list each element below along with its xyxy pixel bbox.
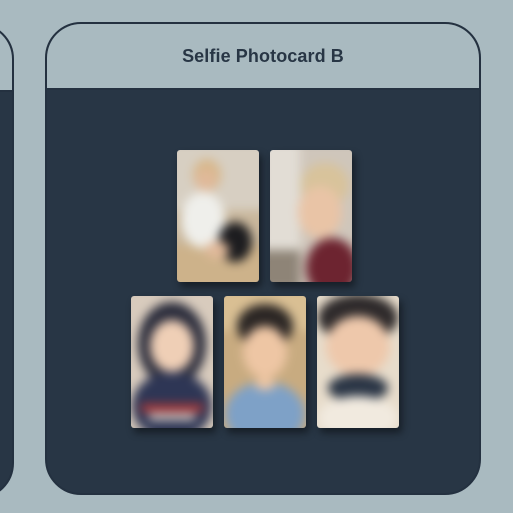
photocard-set-card[interactable]: Selfie Photocard B bbox=[45, 22, 481, 495]
card-title: Selfie Photocard B bbox=[182, 45, 344, 66]
photocard-4[interactable] bbox=[224, 296, 306, 428]
page: Selfie Photocard B bbox=[0, 0, 513, 513]
previous-card-header bbox=[0, 25, 12, 92]
photocard-2[interactable] bbox=[270, 150, 352, 282]
photocard-3[interactable] bbox=[131, 296, 213, 428]
previous-card[interactable] bbox=[0, 23, 14, 499]
card-header: Selfie Photocard B bbox=[47, 24, 479, 90]
photocard-5[interactable] bbox=[317, 296, 399, 428]
photocard-1[interactable] bbox=[177, 150, 259, 282]
